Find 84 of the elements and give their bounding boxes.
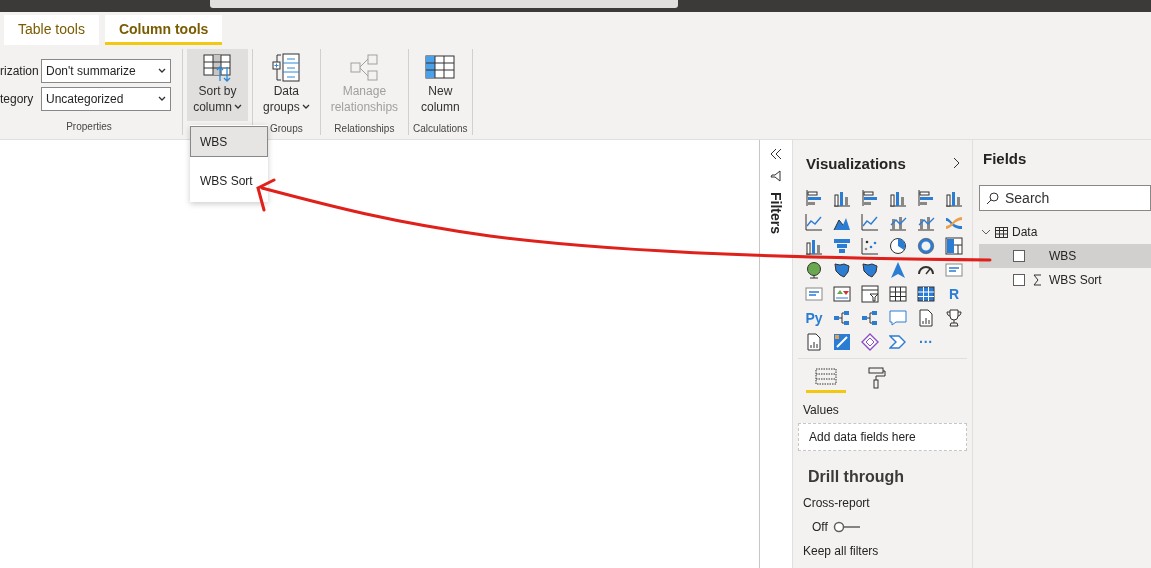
section-title: Drill through — [808, 468, 905, 486]
kpi-icon[interactable] — [833, 285, 851, 303]
group-label: Calculations — [413, 122, 468, 136]
setting-label: Keep all filters — [803, 544, 880, 558]
slicer-icon[interactable] — [861, 285, 879, 303]
ribbon-button[interactable]: Data groups — [257, 49, 316, 121]
field-row[interactable]: WBS — [979, 244, 1151, 268]
visual-glyph[interactable]: Py — [805, 310, 823, 326]
globe-icon[interactable] — [805, 261, 823, 279]
menu-item[interactable]: WBS Sort — [190, 165, 268, 196]
scatter-chart-icon[interactable] — [861, 237, 879, 255]
checkbox[interactable] — [1013, 250, 1025, 262]
drop-field[interactable]: Add data fields here — [798, 423, 967, 451]
visual-glyph[interactable]: R — [948, 286, 960, 302]
collapse-icon[interactable] — [770, 148, 782, 160]
toggle-state: Off — [812, 520, 828, 534]
funnel-icon[interactable] — [833, 237, 851, 255]
arrow-icon[interactable] — [889, 261, 907, 279]
pane-title: Fields — [983, 149, 1027, 167]
speech-bubble-icon[interactable] — [889, 309, 907, 327]
menu-item[interactable]: WBS — [190, 126, 268, 157]
group-label: Groups — [269, 122, 303, 136]
document-icon[interactable] — [917, 309, 935, 327]
fields-list-icon — [815, 367, 837, 387]
line-chart-icon[interactable] — [861, 213, 879, 231]
ribbon-tab[interactable]: Table tools — [4, 15, 99, 45]
filter-icon — [770, 170, 782, 182]
matrix-icon[interactable] — [917, 285, 935, 303]
sort-table-icon — [202, 53, 233, 83]
search-field[interactable]: Search — [979, 185, 1151, 211]
group-label: Properties — [66, 120, 112, 134]
map-icon[interactable] — [861, 261, 879, 279]
treemap-icon[interactable] — [945, 237, 963, 255]
pane-title: Visualizations — [806, 154, 906, 172]
dropdown-field[interactable]: Don't summarize — [41, 59, 171, 83]
bar-chart-icon[interactable] — [917, 189, 935, 207]
tree-diagram-icon[interactable] — [861, 309, 879, 327]
pie-chart-icon[interactable] — [889, 237, 907, 255]
data-groups-icon — [271, 53, 302, 83]
donut-chart-icon[interactable] — [917, 237, 935, 255]
caret-icon — [158, 68, 166, 74]
column-chart-icon[interactable] — [805, 237, 823, 255]
field-label: rization — [0, 64, 37, 78]
field-label: tegory — [0, 92, 35, 106]
diamond-icon[interactable] — [861, 333, 879, 351]
table-icon[interactable] — [889, 285, 907, 303]
setting-label: Cross-report — [803, 496, 871, 510]
document-icon[interactable] — [805, 333, 823, 351]
checkbox[interactable] — [1013, 274, 1025, 286]
chevron-icon[interactable] — [889, 333, 907, 351]
ribbon-button[interactable]: New column — [414, 49, 466, 121]
map-icon[interactable] — [833, 261, 851, 279]
card-icon[interactable] — [945, 261, 963, 279]
group-label: Relationships — [334, 122, 395, 136]
expand-icon[interactable] — [953, 157, 961, 169]
column-chart-icon[interactable] — [833, 189, 851, 207]
ribbon-button[interactable]: Sort by column — [187, 49, 248, 121]
relationships-icon — [349, 53, 380, 83]
column-chart-icon[interactable] — [889, 189, 907, 207]
line-chart-icon[interactable] — [805, 213, 823, 231]
column-chart-icon[interactable] — [945, 189, 963, 207]
filters-pane-label[interactable]: Filters — [768, 192, 784, 234]
bar-chart-icon[interactable] — [861, 189, 879, 207]
well-label: Values — [803, 403, 840, 417]
trophy-icon[interactable] — [945, 309, 963, 327]
caret-icon — [158, 96, 166, 102]
toggle-switch[interactable] — [831, 521, 862, 533]
dropdown-field[interactable]: Uncategorized — [41, 87, 171, 111]
sigma-icon — [1032, 274, 1042, 286]
apps-icon[interactable] — [833, 333, 851, 351]
bar-chart-icon[interactable] — [805, 189, 823, 207]
ribbon-tab[interactable]: Column tools — [104, 15, 223, 45]
field-row[interactable]: WBS Sort — [979, 268, 1151, 292]
pane-tab[interactable] — [806, 367, 846, 393]
table-name: Data — [1012, 225, 1038, 239]
tree-diagram-icon[interactable] — [833, 309, 851, 327]
paint-roller-icon — [865, 367, 887, 389]
table-icon — [995, 226, 1008, 238]
search-field[interactable] — [210, 0, 678, 8]
search-placeholder: Search — [1005, 190, 1050, 206]
search-icon — [986, 191, 999, 205]
chevron-icon[interactable] — [981, 228, 991, 236]
visual-glyph[interactable]: ··· — [919, 334, 933, 350]
card-icon[interactable] — [805, 285, 823, 303]
